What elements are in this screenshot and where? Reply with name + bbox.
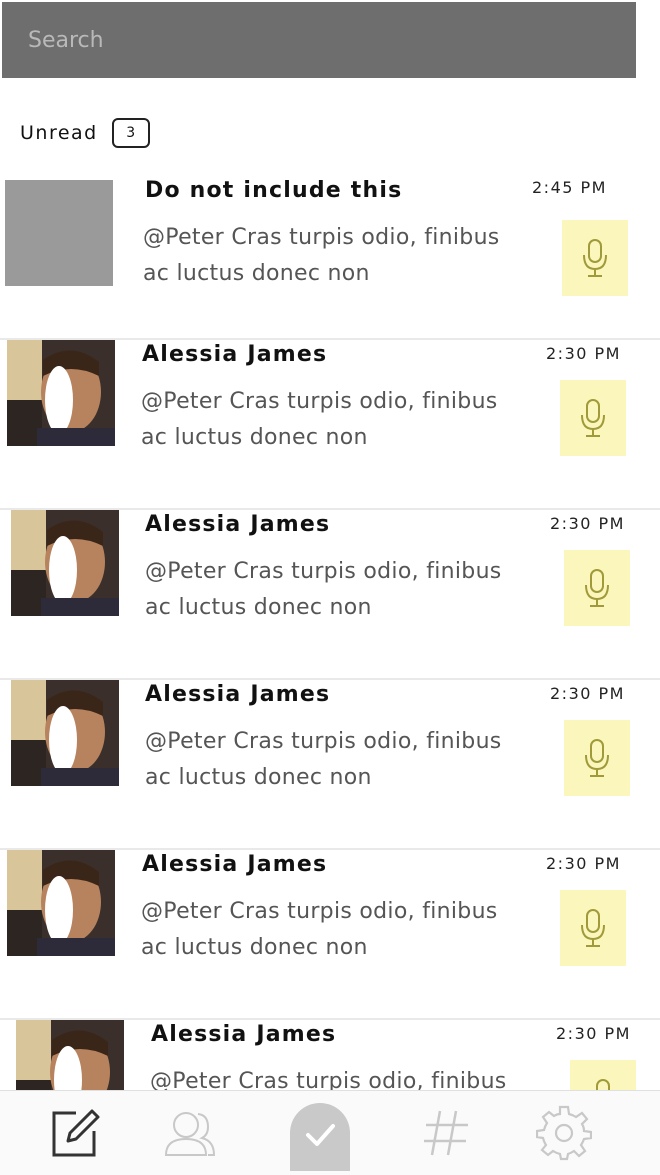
message-preview: @Peter Cras turpis odio, finibus ac luct…: [143, 225, 500, 286]
message-preview: @Peter Cras turpis odio, finibus ac luct…: [141, 389, 498, 450]
hashtag-icon: [424, 1110, 468, 1156]
message-preview: @Peter Cras turpis odio, finibus ac luct…: [145, 729, 502, 790]
message-list[interactable]: Do not include this @Peter Cras turpis o…: [0, 170, 660, 1090]
message-time: 2:45 PM: [532, 178, 607, 197]
voice-message-button[interactable]: [570, 1060, 636, 1090]
settings-gear-icon: [536, 1105, 592, 1161]
message-time: 2:30 PM: [546, 854, 621, 873]
avatar: [16, 1020, 124, 1090]
sender-name: Alessia James: [145, 682, 331, 707]
tab-compose[interactable]: [34, 1091, 114, 1175]
search-bar[interactable]: [2, 2, 636, 78]
microphone-icon: [581, 909, 605, 947]
message-row[interactable]: Alessia James @Peter Cras turpis odio, f…: [0, 850, 660, 1020]
unread-label: Unread: [20, 122, 98, 144]
message-preview: @Peter Cras turpis odio, finibus ac luct…: [141, 899, 498, 960]
avatar: [7, 340, 115, 446]
microphone-icon: [585, 569, 609, 607]
tab-channels[interactable]: [406, 1091, 486, 1175]
search-input[interactable]: [26, 26, 590, 54]
avatar-placeholder: [5, 180, 113, 286]
voice-message-button[interactable]: [564, 550, 630, 626]
voice-message-button[interactable]: [564, 720, 630, 796]
avatar: [11, 680, 119, 786]
message-time: 2:30 PM: [550, 684, 625, 703]
sender-name: Alessia James: [151, 1022, 337, 1047]
tab-done[interactable]: [280, 1091, 360, 1175]
message-row[interactable]: Alessia James @Peter Cras turpis odio, f…: [0, 680, 660, 850]
voice-message-button[interactable]: [560, 890, 626, 966]
message-time: 2:30 PM: [556, 1024, 631, 1043]
sender-name: Alessia James: [142, 852, 328, 877]
compose-icon: [52, 1109, 100, 1157]
unread-section-header: Unread 3: [20, 118, 150, 148]
avatar: [11, 510, 119, 616]
voice-message-button[interactable]: [562, 220, 628, 296]
contacts-icon: [164, 1112, 216, 1156]
tab-contacts[interactable]: [150, 1091, 230, 1175]
sender-name: Do not include this: [145, 178, 403, 203]
message-row[interactable]: Alessia James @Peter Cras turpis odio, f…: [0, 340, 660, 510]
checkmark-icon: [290, 1103, 350, 1171]
message-preview: @Peter Cras turpis odio, finibus: [150, 1069, 507, 1090]
microphone-icon: [585, 739, 609, 777]
message-row[interactable]: Do not include this @Peter Cras turpis o…: [0, 170, 660, 340]
tab-settings[interactable]: [524, 1091, 604, 1175]
microphone-icon: [583, 239, 607, 277]
message-row[interactable]: Alessia James @Peter Cras turpis odio, f…: [0, 1020, 660, 1090]
message-row[interactable]: Alessia James @Peter Cras turpis odio, f…: [0, 510, 660, 680]
microphone-icon: [581, 399, 605, 437]
voice-message-button[interactable]: [560, 380, 626, 456]
bottom-tab-bar: [0, 1090, 660, 1175]
unread-count-badge: 3: [111, 118, 150, 148]
message-preview: @Peter Cras turpis odio, finibus ac luct…: [145, 559, 502, 620]
sender-name: Alessia James: [145, 512, 331, 537]
message-time: 2:30 PM: [546, 344, 621, 363]
microphone-icon: [596, 1079, 610, 1090]
message-time: 2:30 PM: [550, 514, 625, 533]
avatar: [7, 850, 115, 956]
sender-name: Alessia James: [142, 342, 328, 367]
